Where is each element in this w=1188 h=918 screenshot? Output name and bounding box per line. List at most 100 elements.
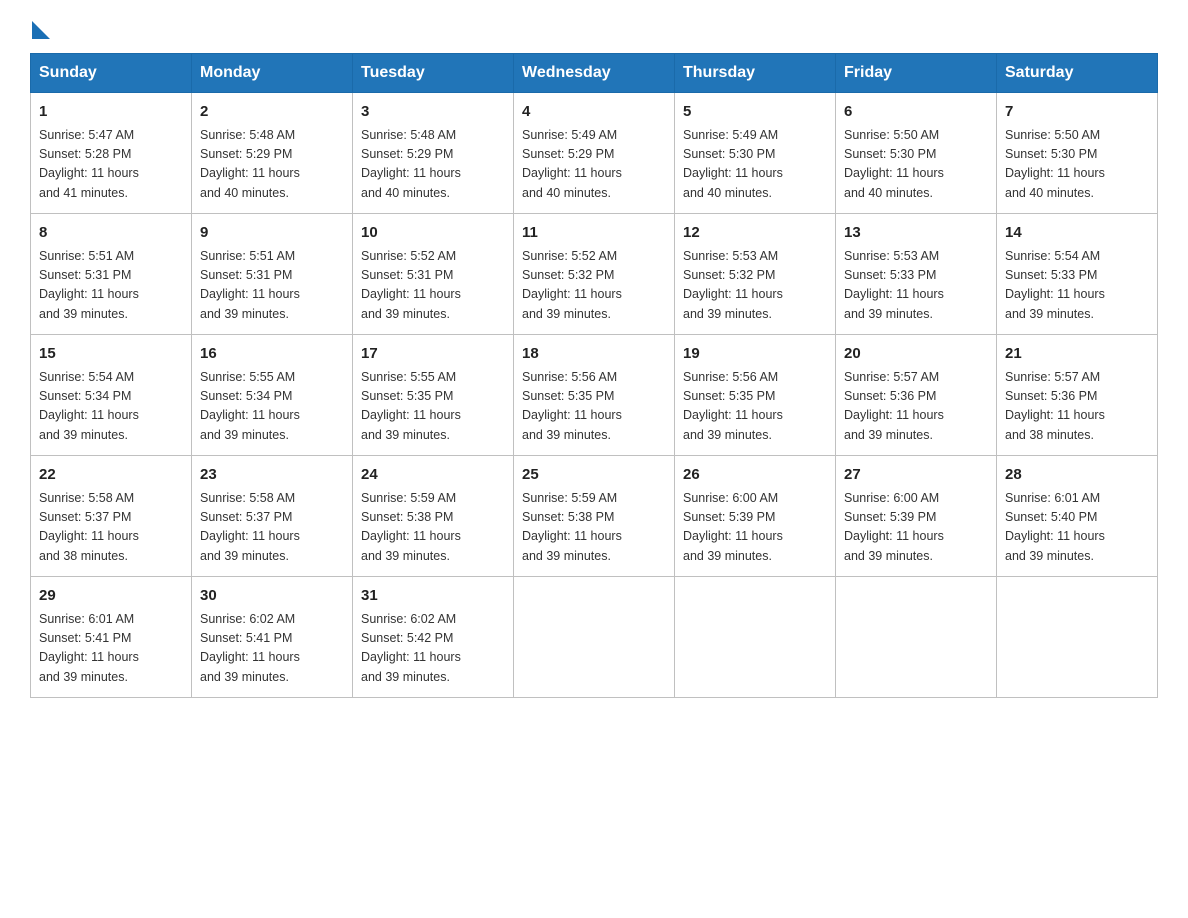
page-header bbox=[30, 20, 1158, 35]
calendar-cell: 13 Sunrise: 5:53 AMSunset: 5:33 PMDaylig… bbox=[836, 214, 997, 335]
day-number: 12 bbox=[683, 222, 827, 245]
calendar-cell: 14 Sunrise: 5:54 AMSunset: 5:33 PMDaylig… bbox=[997, 214, 1158, 335]
day-info: Sunrise: 5:55 AMSunset: 5:34 PMDaylight:… bbox=[200, 368, 344, 446]
calendar-cell: 20 Sunrise: 5:57 AMSunset: 5:36 PMDaylig… bbox=[836, 335, 997, 456]
day-number: 27 bbox=[844, 464, 988, 487]
day-info: Sunrise: 5:50 AMSunset: 5:30 PMDaylight:… bbox=[844, 126, 988, 204]
day-number: 11 bbox=[522, 222, 666, 245]
logo bbox=[30, 20, 50, 35]
day-number: 1 bbox=[39, 101, 183, 124]
day-number: 10 bbox=[361, 222, 505, 245]
day-number: 19 bbox=[683, 343, 827, 366]
day-number: 28 bbox=[1005, 464, 1149, 487]
day-info: Sunrise: 5:59 AMSunset: 5:38 PMDaylight:… bbox=[522, 489, 666, 567]
calendar-cell: 9 Sunrise: 5:51 AMSunset: 5:31 PMDayligh… bbox=[192, 214, 353, 335]
calendar-cell: 23 Sunrise: 5:58 AMSunset: 5:37 PMDaylig… bbox=[192, 456, 353, 577]
day-number: 3 bbox=[361, 101, 505, 124]
calendar-header-row: SundayMondayTuesdayWednesdayThursdayFrid… bbox=[31, 54, 1158, 93]
calendar-cell bbox=[836, 577, 997, 698]
day-info: Sunrise: 6:01 AMSunset: 5:40 PMDaylight:… bbox=[1005, 489, 1149, 567]
day-number: 22 bbox=[39, 464, 183, 487]
day-number: 26 bbox=[683, 464, 827, 487]
calendar-cell: 15 Sunrise: 5:54 AMSunset: 5:34 PMDaylig… bbox=[31, 335, 192, 456]
day-of-week-header: Tuesday bbox=[353, 54, 514, 93]
day-number: 2 bbox=[200, 101, 344, 124]
day-info: Sunrise: 5:56 AMSunset: 5:35 PMDaylight:… bbox=[683, 368, 827, 446]
day-info: Sunrise: 5:57 AMSunset: 5:36 PMDaylight:… bbox=[844, 368, 988, 446]
day-number: 15 bbox=[39, 343, 183, 366]
day-info: Sunrise: 6:02 AMSunset: 5:41 PMDaylight:… bbox=[200, 610, 344, 688]
day-info: Sunrise: 5:48 AMSunset: 5:29 PMDaylight:… bbox=[200, 126, 344, 204]
calendar-cell: 19 Sunrise: 5:56 AMSunset: 5:35 PMDaylig… bbox=[675, 335, 836, 456]
day-number: 30 bbox=[200, 585, 344, 608]
calendar-cell: 22 Sunrise: 5:58 AMSunset: 5:37 PMDaylig… bbox=[31, 456, 192, 577]
day-number: 16 bbox=[200, 343, 344, 366]
day-info: Sunrise: 5:47 AMSunset: 5:28 PMDaylight:… bbox=[39, 126, 183, 204]
day-info: Sunrise: 5:54 AMSunset: 5:34 PMDaylight:… bbox=[39, 368, 183, 446]
calendar-week-row: 1 Sunrise: 5:47 AMSunset: 5:28 PMDayligh… bbox=[31, 93, 1158, 214]
day-number: 23 bbox=[200, 464, 344, 487]
calendar-cell: 16 Sunrise: 5:55 AMSunset: 5:34 PMDaylig… bbox=[192, 335, 353, 456]
day-number: 21 bbox=[1005, 343, 1149, 366]
calendar-cell: 21 Sunrise: 5:57 AMSunset: 5:36 PMDaylig… bbox=[997, 335, 1158, 456]
calendar-cell: 25 Sunrise: 5:59 AMSunset: 5:38 PMDaylig… bbox=[514, 456, 675, 577]
day-info: Sunrise: 5:51 AMSunset: 5:31 PMDaylight:… bbox=[39, 247, 183, 325]
day-info: Sunrise: 5:52 AMSunset: 5:31 PMDaylight:… bbox=[361, 247, 505, 325]
calendar-cell: 18 Sunrise: 5:56 AMSunset: 5:35 PMDaylig… bbox=[514, 335, 675, 456]
calendar-cell: 26 Sunrise: 6:00 AMSunset: 5:39 PMDaylig… bbox=[675, 456, 836, 577]
day-number: 18 bbox=[522, 343, 666, 366]
day-number: 5 bbox=[683, 101, 827, 124]
day-info: Sunrise: 5:55 AMSunset: 5:35 PMDaylight:… bbox=[361, 368, 505, 446]
day-info: Sunrise: 5:48 AMSunset: 5:29 PMDaylight:… bbox=[361, 126, 505, 204]
calendar-cell: 11 Sunrise: 5:52 AMSunset: 5:32 PMDaylig… bbox=[514, 214, 675, 335]
day-info: Sunrise: 5:51 AMSunset: 5:31 PMDaylight:… bbox=[200, 247, 344, 325]
day-number: 20 bbox=[844, 343, 988, 366]
calendar-cell: 12 Sunrise: 5:53 AMSunset: 5:32 PMDaylig… bbox=[675, 214, 836, 335]
calendar-cell: 24 Sunrise: 5:59 AMSunset: 5:38 PMDaylig… bbox=[353, 456, 514, 577]
day-number: 8 bbox=[39, 222, 183, 245]
calendar-week-row: 29 Sunrise: 6:01 AMSunset: 5:41 PMDaylig… bbox=[31, 577, 1158, 698]
day-of-week-header: Saturday bbox=[997, 54, 1158, 93]
logo-arrow-icon bbox=[32, 21, 50, 39]
day-number: 24 bbox=[361, 464, 505, 487]
day-info: Sunrise: 5:49 AMSunset: 5:29 PMDaylight:… bbox=[522, 126, 666, 204]
day-number: 14 bbox=[1005, 222, 1149, 245]
day-info: Sunrise: 6:00 AMSunset: 5:39 PMDaylight:… bbox=[844, 489, 988, 567]
calendar-cell: 27 Sunrise: 6:00 AMSunset: 5:39 PMDaylig… bbox=[836, 456, 997, 577]
calendar-table: SundayMondayTuesdayWednesdayThursdayFrid… bbox=[30, 53, 1158, 698]
calendar-week-row: 22 Sunrise: 5:58 AMSunset: 5:37 PMDaylig… bbox=[31, 456, 1158, 577]
day-number: 17 bbox=[361, 343, 505, 366]
calendar-cell: 5 Sunrise: 5:49 AMSunset: 5:30 PMDayligh… bbox=[675, 93, 836, 214]
day-number: 31 bbox=[361, 585, 505, 608]
day-of-week-header: Wednesday bbox=[514, 54, 675, 93]
day-number: 9 bbox=[200, 222, 344, 245]
day-info: Sunrise: 6:00 AMSunset: 5:39 PMDaylight:… bbox=[683, 489, 827, 567]
day-number: 7 bbox=[1005, 101, 1149, 124]
day-info: Sunrise: 5:57 AMSunset: 5:36 PMDaylight:… bbox=[1005, 368, 1149, 446]
day-number: 13 bbox=[844, 222, 988, 245]
day-number: 29 bbox=[39, 585, 183, 608]
day-number: 4 bbox=[522, 101, 666, 124]
calendar-cell: 31 Sunrise: 6:02 AMSunset: 5:42 PMDaylig… bbox=[353, 577, 514, 698]
day-info: Sunrise: 5:50 AMSunset: 5:30 PMDaylight:… bbox=[1005, 126, 1149, 204]
day-info: Sunrise: 5:49 AMSunset: 5:30 PMDaylight:… bbox=[683, 126, 827, 204]
day-of-week-header: Thursday bbox=[675, 54, 836, 93]
calendar-cell: 10 Sunrise: 5:52 AMSunset: 5:31 PMDaylig… bbox=[353, 214, 514, 335]
calendar-cell bbox=[675, 577, 836, 698]
day-info: Sunrise: 6:02 AMSunset: 5:42 PMDaylight:… bbox=[361, 610, 505, 688]
day-info: Sunrise: 5:54 AMSunset: 5:33 PMDaylight:… bbox=[1005, 247, 1149, 325]
calendar-cell: 4 Sunrise: 5:49 AMSunset: 5:29 PMDayligh… bbox=[514, 93, 675, 214]
calendar-cell: 1 Sunrise: 5:47 AMSunset: 5:28 PMDayligh… bbox=[31, 93, 192, 214]
day-info: Sunrise: 5:53 AMSunset: 5:33 PMDaylight:… bbox=[844, 247, 988, 325]
calendar-cell bbox=[997, 577, 1158, 698]
day-number: 25 bbox=[522, 464, 666, 487]
calendar-cell: 2 Sunrise: 5:48 AMSunset: 5:29 PMDayligh… bbox=[192, 93, 353, 214]
day-info: Sunrise: 5:52 AMSunset: 5:32 PMDaylight:… bbox=[522, 247, 666, 325]
calendar-cell: 6 Sunrise: 5:50 AMSunset: 5:30 PMDayligh… bbox=[836, 93, 997, 214]
day-of-week-header: Friday bbox=[836, 54, 997, 93]
day-info: Sunrise: 5:56 AMSunset: 5:35 PMDaylight:… bbox=[522, 368, 666, 446]
calendar-cell: 3 Sunrise: 5:48 AMSunset: 5:29 PMDayligh… bbox=[353, 93, 514, 214]
calendar-week-row: 15 Sunrise: 5:54 AMSunset: 5:34 PMDaylig… bbox=[31, 335, 1158, 456]
day-info: Sunrise: 5:59 AMSunset: 5:38 PMDaylight:… bbox=[361, 489, 505, 567]
day-of-week-header: Monday bbox=[192, 54, 353, 93]
